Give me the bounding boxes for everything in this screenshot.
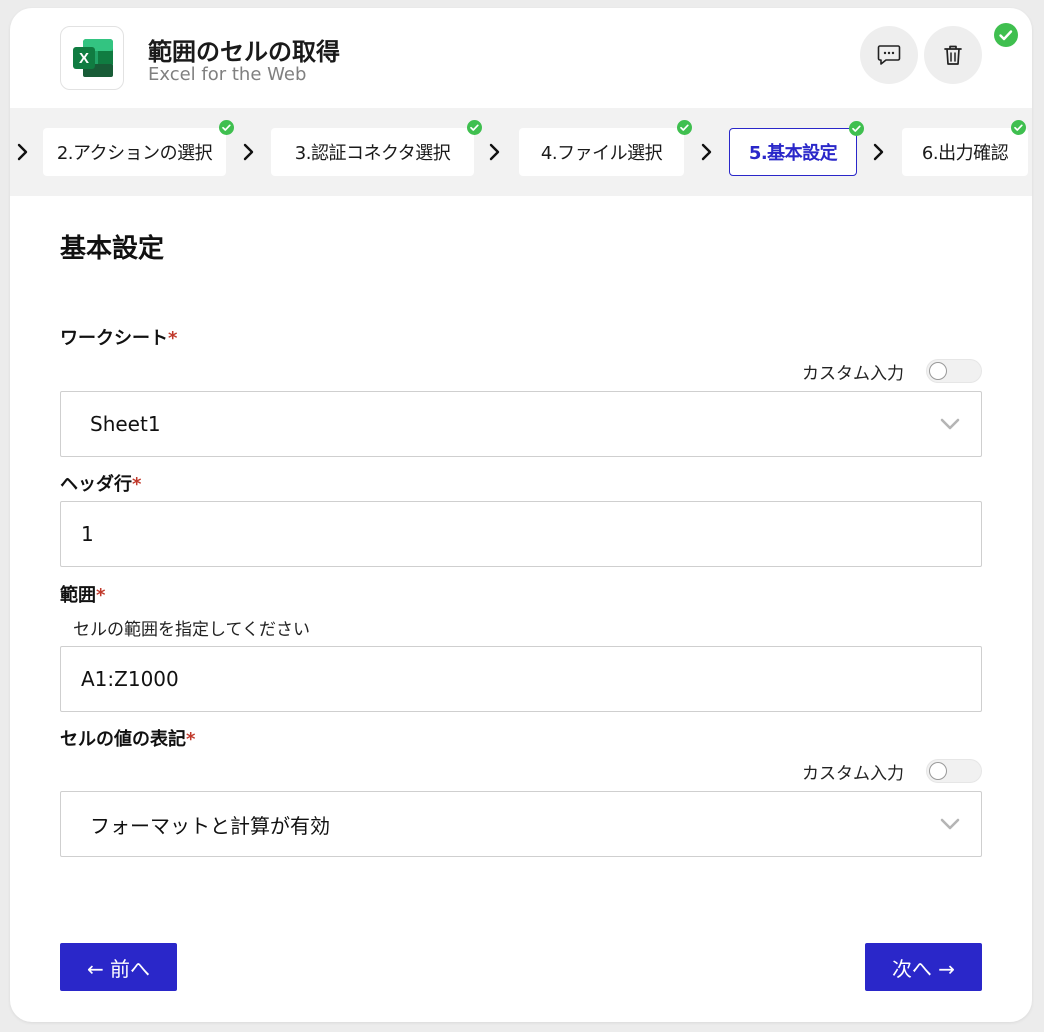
- chevron-right-icon: [243, 143, 254, 161]
- step-label: 2.アクションの選択: [56, 143, 213, 164]
- cell-value-notation-value: フォーマットと計算が有効: [90, 813, 330, 838]
- check-circle-icon: [677, 120, 692, 135]
- header-row-input[interactable]: 1: [60, 501, 982, 567]
- step-label: 4.ファイル選択: [540, 143, 663, 164]
- worksheet-value: Sheet1: [90, 412, 161, 436]
- step-file-select[interactable]: 4.ファイル選択: [519, 120, 692, 176]
- worksheet-custom-input-toggle[interactable]: [926, 359, 982, 383]
- required-mark: *: [186, 729, 196, 750]
- card-header: X 範囲のセルの取得 Excel for the Web: [10, 8, 1032, 108]
- check-circle-icon: [994, 23, 1018, 47]
- comment-button[interactable]: [860, 26, 918, 84]
- chevron-down-icon: [940, 818, 960, 830]
- header-row-label: ヘッダ行*: [60, 474, 142, 495]
- step-label: 6.出力確認: [921, 143, 1009, 164]
- chevron-down-icon: [940, 418, 960, 430]
- chevron-right-icon: [873, 143, 884, 161]
- section-title: 基本設定: [60, 234, 165, 264]
- cell-value-custom-input-toggle[interactable]: [926, 759, 982, 783]
- custom-input-label: カスタム入力: [802, 364, 904, 384]
- check-circle-icon: [219, 120, 234, 135]
- header-row-value: 1: [81, 522, 94, 546]
- excel-logo-icon: X: [60, 26, 124, 90]
- cell-value-notation-select[interactable]: フォーマットと計算が有効: [60, 791, 982, 857]
- step-basic-settings[interactable]: 5.基本設定: [729, 121, 864, 176]
- action-title: 範囲のセルの取得: [148, 38, 340, 66]
- step-navigation: 2.アクションの選択 3.認証コネクタ選択 4.ファイル選択 5.基本設定 6.…: [10, 108, 1032, 196]
- range-hint: セルの範囲を指定してください: [73, 620, 310, 640]
- cell-value-notation-label: セルの値の表記*: [60, 729, 196, 750]
- delete-button[interactable]: [924, 26, 982, 84]
- required-mark: *: [96, 585, 106, 606]
- required-mark: *: [132, 474, 142, 495]
- svg-text:X: X: [79, 50, 89, 67]
- check-circle-icon: [1011, 120, 1026, 135]
- app-subtitle: Excel for the Web: [148, 64, 307, 85]
- step-output-confirm[interactable]: 6.出力確認: [902, 120, 1028, 176]
- trash-icon: [944, 45, 962, 65]
- required-mark: *: [168, 328, 178, 349]
- step-label: 3.認証コネクタ選択: [294, 143, 451, 164]
- worksheet-label: ワークシート*: [60, 328, 178, 349]
- chevron-right-icon: [701, 143, 712, 161]
- chevron-right-icon: [489, 143, 500, 161]
- step-label: 5.基本設定: [748, 143, 838, 164]
- step-action-select[interactable]: 2.アクションの選択: [43, 120, 234, 176]
- check-circle-icon: [467, 120, 482, 135]
- range-value: A1:Z1000: [81, 667, 179, 691]
- toggle-knob: [929, 762, 947, 780]
- range-label: 範囲*: [60, 585, 106, 606]
- custom-input-label: カスタム入力: [802, 764, 904, 784]
- prev-button[interactable]: ← 前へ: [60, 943, 177, 991]
- step-auth-connector[interactable]: 3.認証コネクタ選択: [271, 120, 482, 176]
- next-button[interactable]: 次へ →: [865, 943, 982, 991]
- comment-icon: [877, 45, 901, 65]
- action-card: X 範囲のセルの取得 Excel for the Web 2.アクションの選択 …: [10, 8, 1032, 1022]
- range-input[interactable]: A1:Z1000: [60, 646, 982, 712]
- toggle-knob: [929, 362, 947, 380]
- worksheet-select[interactable]: Sheet1: [60, 391, 982, 457]
- chevron-right-icon: [17, 143, 28, 161]
- check-circle-icon: [849, 121, 864, 136]
